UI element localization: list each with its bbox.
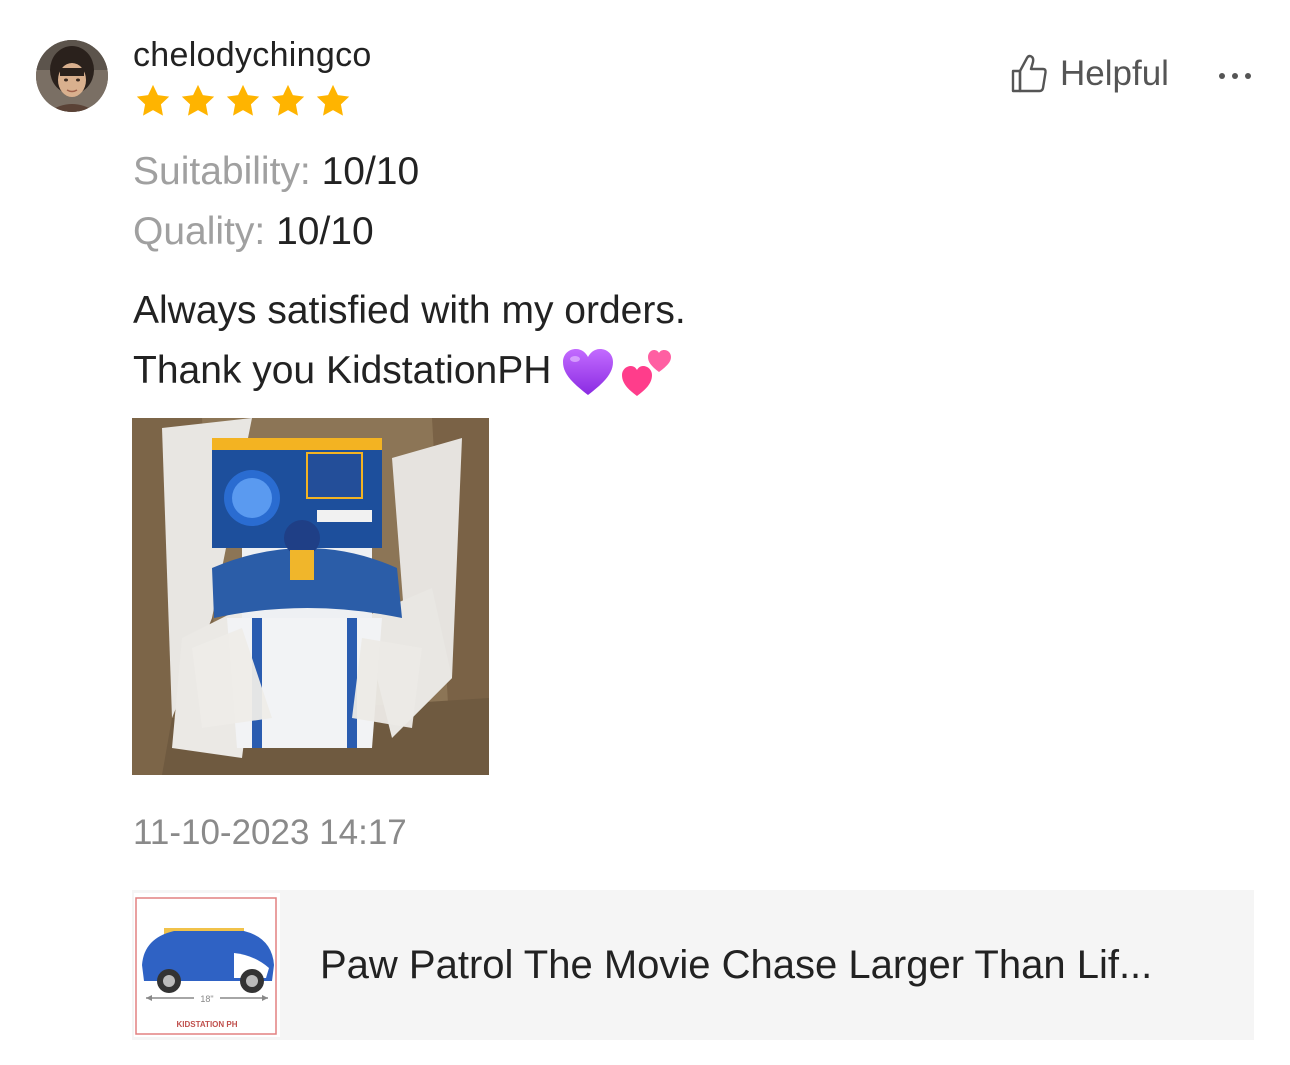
helpful-button[interactable]: Helpful [1010, 54, 1169, 94]
comment-line: Thank you KidstationPH [133, 349, 552, 392]
product-link-card[interactable]: 18" KIDSTATION PH Paw Patrol The Movie C… [132, 890, 1254, 1040]
more-horizontal-icon[interactable] [1216, 64, 1254, 88]
product-title: Paw Patrol The Movie Chase Larger Than L… [320, 942, 1153, 987]
star-icon [181, 84, 215, 116]
review-card: chelodychingco Helpful Suitability: 10/1… [0, 0, 1290, 1065]
star-icon [271, 84, 305, 116]
star-icon [316, 84, 350, 116]
star-icon [226, 84, 260, 116]
user-avatar[interactable] [36, 40, 108, 112]
two-hearts-icon [622, 349, 672, 396]
comment-line-with-emoji: Thank you KidstationPH [133, 341, 686, 401]
review-comment: Always satisfied with my orders. Thank y… [133, 281, 686, 401]
star-icon [136, 84, 170, 116]
attribute-label: Suitability: [133, 150, 311, 193]
comment-line: Always satisfied with my orders. [133, 289, 686, 332]
purple-heart-icon [563, 348, 614, 395]
review-timestamp: 11-10-2023 14:17 [133, 813, 407, 852]
product-size-label: 18" [200, 994, 213, 1004]
suitability-attribute: Suitability: 10/10 [133, 150, 419, 194]
thumbs-up-icon [1011, 54, 1047, 93]
product-brand-label: KIDSTATION PH [176, 1020, 237, 1029]
attribute-value: 10/10 [276, 210, 374, 253]
attribute-label: Quality: [133, 210, 266, 253]
review-photo[interactable] [132, 418, 489, 775]
quality-attribute: Quality: 10/10 [133, 210, 374, 254]
helpful-label: Helpful [1060, 54, 1169, 93]
product-thumbnail: 18" KIDSTATION PH [134, 893, 280, 1037]
star-rating [133, 82, 353, 120]
username[interactable]: chelodychingco [133, 36, 372, 75]
attribute-value: 10/10 [321, 150, 420, 193]
